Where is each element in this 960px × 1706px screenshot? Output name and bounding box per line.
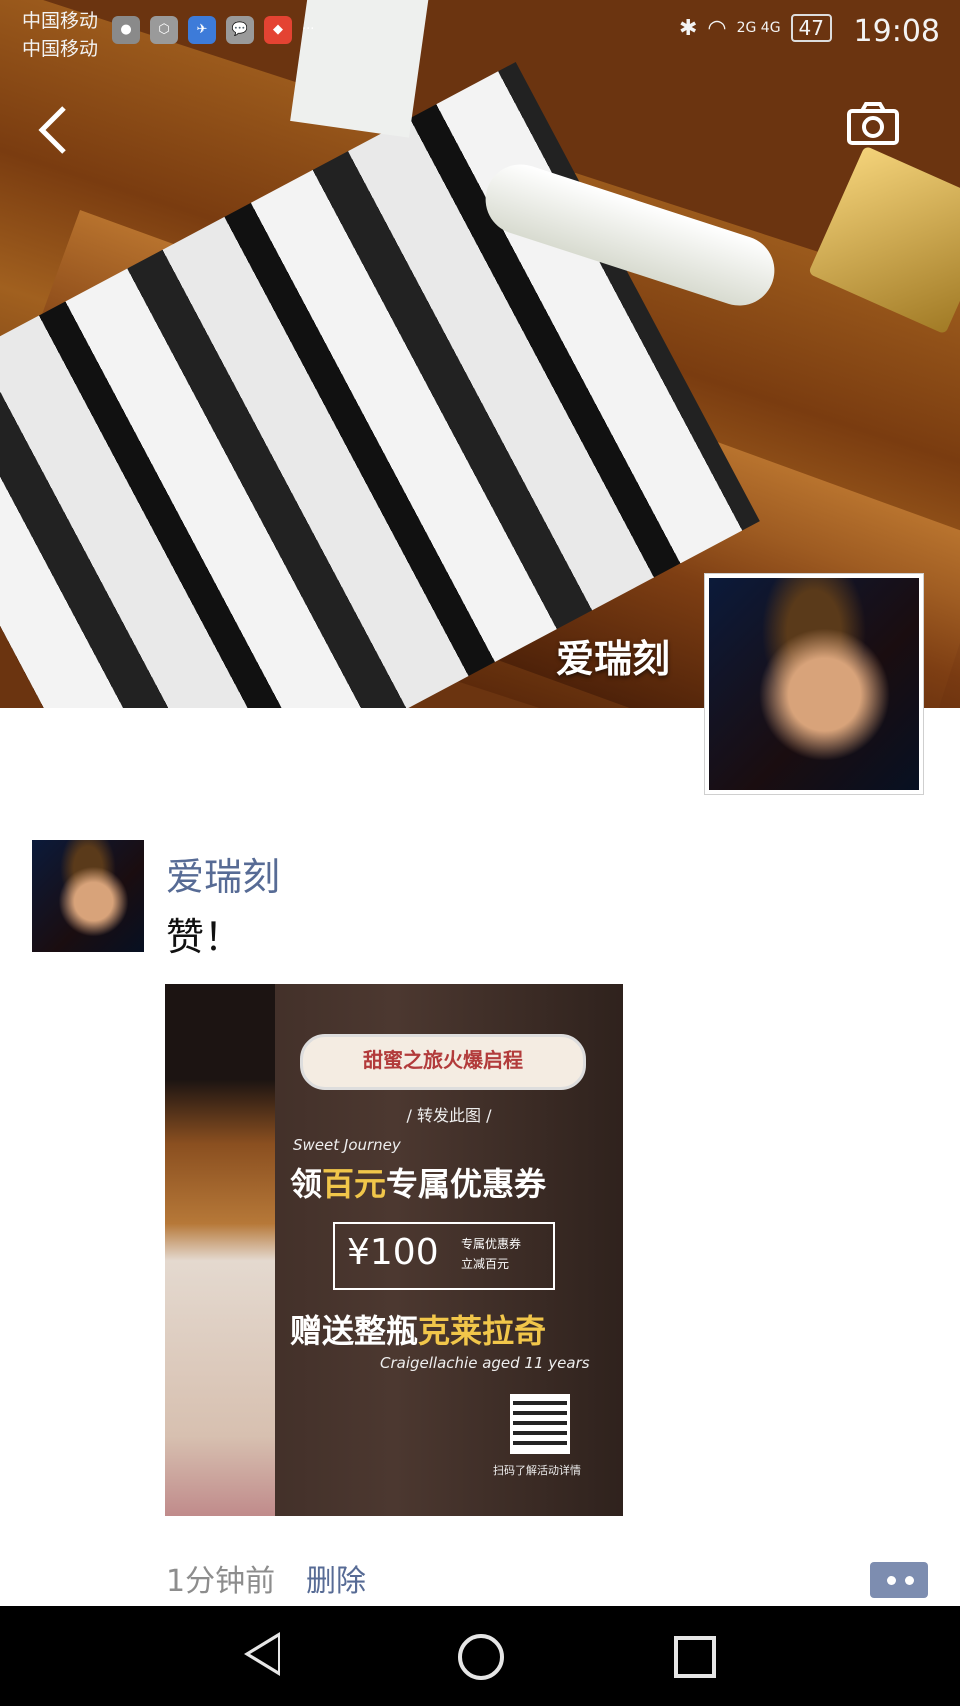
carrier-label: 中国移动: [22, 38, 99, 60]
nav-recents-icon[interactable]: [674, 1636, 716, 1678]
clock: 19:08: [853, 14, 940, 49]
app-icon: ⬡: [150, 16, 178, 44]
coupon-highlight: 百元: [322, 1165, 387, 1203]
mail-icon: ✈: [188, 16, 216, 44]
promo-scan-text: 扫码了解活动详情: [493, 1464, 581, 1477]
post-image[interactable]: 甜蜜之旅火爆启程 / 转发此图 / Sweet Journey 领百元专属优惠券…: [165, 984, 623, 1516]
dot-icon: [905, 1576, 914, 1585]
whisky-bottle: [165, 984, 275, 1516]
coupon-detail: 专属优惠券 立减百元: [461, 1234, 521, 1274]
qr-code: [510, 1394, 570, 1454]
coupon-suffix: 专属优惠券: [386, 1165, 547, 1203]
post-author[interactable]: 爱瑞刻: [166, 846, 280, 901]
post-text: 赞！: [166, 915, 243, 959]
promo-banner: 甜蜜之旅火爆启程: [300, 1034, 586, 1090]
wechat-icon: ●: [112, 16, 140, 44]
carrier-label: 中国移动: [22, 10, 99, 32]
signal-icon: 2G 4G: [736, 20, 781, 36]
profile-avatar[interactable]: [704, 573, 924, 795]
bluetooth-icon: ✱: [678, 15, 698, 41]
promo-coupon: 领百元专属优惠券: [290, 1159, 546, 1205]
back-button[interactable]: [34, 100, 84, 160]
more-dots-icon: ···: [302, 22, 315, 37]
nav-back-icon[interactable]: [244, 1632, 280, 1676]
promo-gift: 赠送整瓶克莱拉奇: [290, 1306, 546, 1352]
gift-prefix: 赠送整瓶: [290, 1312, 419, 1350]
comment-more-button[interactable]: [870, 1562, 928, 1598]
post-avatar[interactable]: [32, 840, 144, 952]
coupon-detail-line: 立减百元: [461, 1257, 510, 1271]
wifi-icon: ◠: [707, 15, 727, 41]
camera-icon: [847, 102, 899, 145]
post-timestamp: 1分钟前: [166, 1564, 276, 1599]
cover-username: 爱瑞刻: [555, 637, 670, 681]
notification-icons: ● ⬡ ✈ 💬 ◆ ···: [112, 16, 314, 44]
chat-icon: 💬: [226, 16, 254, 44]
coupon-detail-line: 专属优惠券: [461, 1237, 522, 1251]
news-icon: ◆: [264, 16, 292, 44]
delete-link[interactable]: 删除: [306, 1556, 366, 1600]
chevron-left-icon: [38, 106, 66, 154]
gift-highlight: 克莱拉奇: [418, 1312, 547, 1350]
promo-script-2: Craigellachie aged 11 years: [380, 1354, 590, 1372]
battery-icon: 47: [790, 14, 832, 42]
dot-icon: [887, 1576, 896, 1585]
nav-home-icon[interactable]: [458, 1634, 504, 1680]
camera-button[interactable]: [846, 102, 900, 146]
promo-script: Sweet Journey: [293, 1136, 401, 1154]
avatar-image: [709, 578, 919, 790]
coupon-prefix: 领: [290, 1165, 323, 1203]
system-icons: ✱ ◠ 2G 4G 47: [679, 14, 832, 42]
coupon-amount: ¥100: [347, 1232, 439, 1273]
promo-forward: / 转发此图 /: [406, 1106, 492, 1125]
status-bar: 中国移动 中国移动 ● ⬡ ✈ 💬 ◆ ··· ✱ ◠ 2G 4G 47 19:…: [0, 0, 960, 70]
promo-coupon-box: ¥100 专属优惠券 立减百元: [333, 1222, 555, 1290]
system-nav-bar: [0, 1606, 960, 1706]
